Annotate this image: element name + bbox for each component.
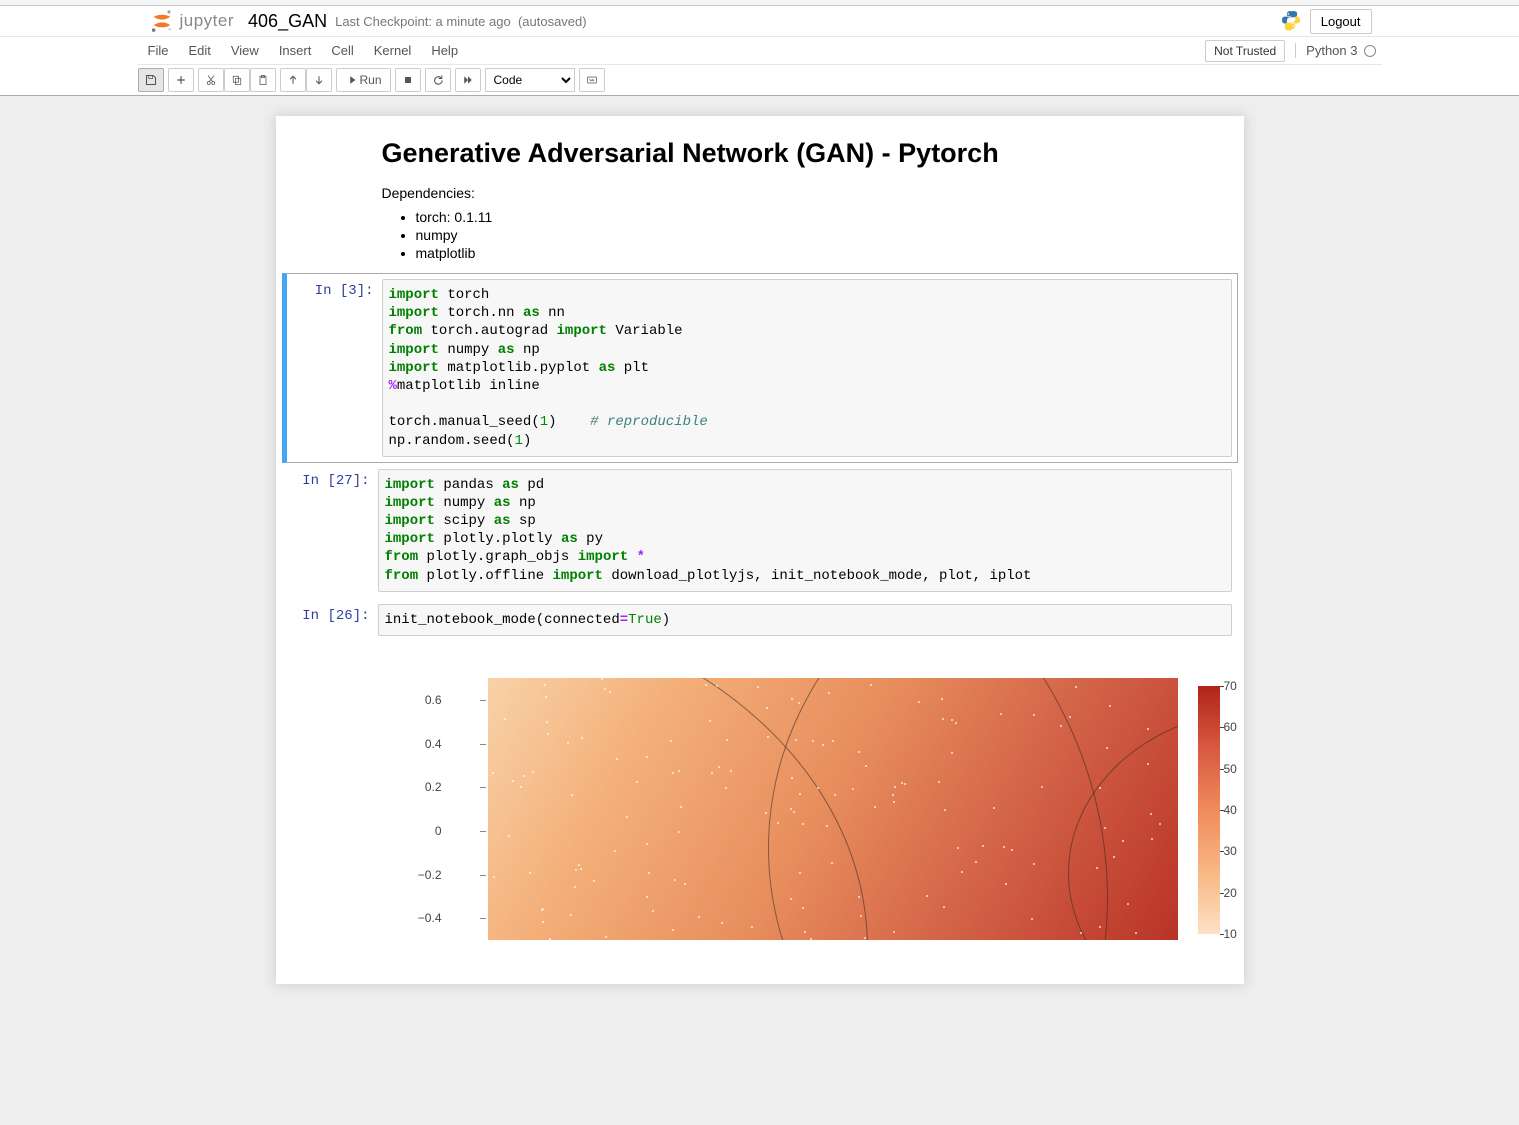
checkpoint-status: Last Checkpoint: a minute ago (autosaved… — [335, 14, 587, 29]
python-icon — [1280, 9, 1302, 34]
arrow-up-icon — [287, 74, 299, 86]
keyboard-icon — [586, 74, 598, 86]
brand-text: jupyter — [180, 11, 235, 31]
run-icon — [345, 74, 357, 86]
code-input[interactable]: import pandas as pd import numpy as np i… — [378, 469, 1232, 592]
move-down-button[interactable] — [306, 68, 332, 92]
menu-edit[interactable]: Edit — [178, 38, 220, 63]
restart-button[interactable] — [425, 68, 451, 92]
deps-label: Dependencies: — [382, 185, 1228, 201]
cut-icon — [205, 74, 217, 86]
code-input[interactable]: import torch import torch.nn as nn from … — [382, 279, 1232, 457]
jupyter-icon — [148, 7, 176, 35]
menu-insert[interactable]: Insert — [269, 38, 322, 63]
arrow-down-icon — [313, 74, 325, 86]
cut-button[interactable] — [198, 68, 224, 92]
save-icon — [145, 74, 157, 86]
notebook-name[interactable]: 406_GAN — [248, 11, 327, 32]
copy-button[interactable] — [224, 68, 250, 92]
paste-icon — [257, 74, 269, 86]
run-button[interactable]: Run — [336, 68, 391, 92]
restart-icon — [432, 74, 444, 86]
notebook-container: Generative Adversarial Network (GAN) - P… — [276, 116, 1244, 984]
menu-file[interactable]: File — [138, 38, 179, 63]
output-cell: 0.60.40.20−0.2−0.4 70605040302010 — [282, 642, 1238, 964]
code-cell[interactable]: In [27]: import pandas as pd import nump… — [282, 463, 1238, 598]
prompt: In [3]: — [292, 279, 382, 457]
header: jupyter 406_GAN Last Checkpoint: a minut… — [138, 6, 1382, 36]
code-cell[interactable]: In [3]: import torch import torch.nn as … — [282, 273, 1238, 463]
trust-button[interactable]: Not Trusted — [1205, 40, 1285, 62]
kernel-idle-icon — [1364, 45, 1376, 57]
notebook-title: Generative Adversarial Network (GAN) - P… — [382, 138, 1228, 169]
toolbar: Run Code — [138, 65, 1382, 95]
logout-button[interactable]: Logout — [1310, 9, 1372, 34]
stop-icon — [402, 74, 414, 86]
copy-icon — [231, 74, 243, 86]
menu-help[interactable]: Help — [421, 38, 468, 63]
add-cell-button[interactable] — [168, 68, 194, 92]
menubar: File Edit View Insert Cell Kernel Help N… — [138, 37, 1382, 65]
markdown-cell[interactable]: Generative Adversarial Network (GAN) - P… — [282, 122, 1238, 273]
command-palette-button[interactable] — [579, 68, 605, 92]
deps-list: torch: 0.1.11 numpy matplotlib — [382, 209, 1228, 261]
fast-forward-icon — [462, 74, 474, 86]
cell-type-select[interactable]: Code — [485, 68, 575, 92]
code-input[interactable]: init_notebook_mode(connected=True) — [378, 604, 1232, 636]
kernel-indicator: Python 3 — [1295, 43, 1375, 58]
interrupt-button[interactable] — [395, 68, 421, 92]
restart-run-button[interactable] — [455, 68, 481, 92]
move-up-button[interactable] — [280, 68, 306, 92]
paste-button[interactable] — [250, 68, 276, 92]
jupyter-logo[interactable]: jupyter — [148, 7, 235, 35]
code-cell[interactable]: In [26]: init_notebook_mode(connected=Tr… — [282, 598, 1238, 642]
menu-view[interactable]: View — [221, 38, 269, 63]
menu-kernel[interactable]: Kernel — [364, 38, 422, 63]
prompt: In [26]: — [288, 604, 378, 636]
prompt: In [27]: — [288, 469, 378, 592]
menu-cell[interactable]: Cell — [321, 38, 363, 63]
plus-icon — [175, 74, 187, 86]
contour-chart[interactable]: 0.60.40.20−0.2−0.4 70605040302010 — [418, 678, 1232, 958]
save-button[interactable] — [138, 68, 164, 92]
prompt — [288, 128, 378, 267]
colorbar — [1198, 686, 1220, 934]
